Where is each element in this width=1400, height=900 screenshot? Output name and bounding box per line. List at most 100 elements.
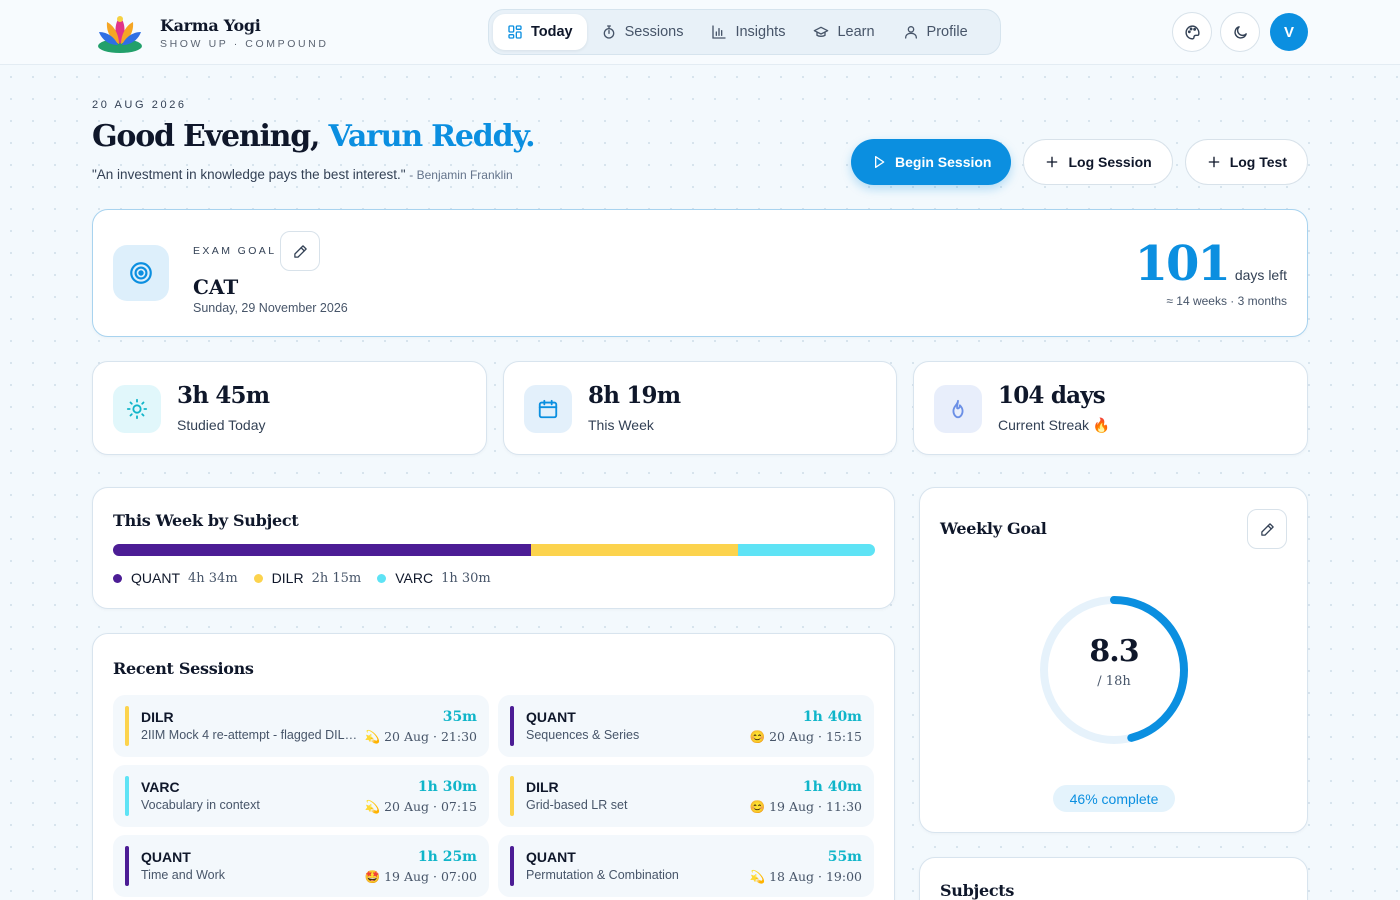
- session-accent: [510, 776, 514, 816]
- user-icon: [904, 26, 917, 39]
- days-left-number: 101: [1134, 236, 1231, 292]
- session-time: 18 Aug · 19:00: [769, 869, 862, 884]
- session-meta: 💫 18 Aug · 19:00: [750, 869, 862, 885]
- session-description: Sequences & Series: [526, 728, 640, 742]
- session-meta: 💫 20 Aug · 21:30: [365, 729, 477, 745]
- dark-mode-button[interactable]: [1220, 12, 1260, 52]
- session-meta: 🤩 19 Aug · 07:00: [365, 869, 477, 885]
- pencil-icon: [1260, 522, 1274, 536]
- session-list: DILR 2IIM Mock 4 re-attempt - flagged DI…: [113, 695, 875, 897]
- session-item[interactable]: DILR Grid-based LR set 1h 40m 😊 19 Aug ·…: [498, 765, 874, 827]
- session-item[interactable]: QUANT Sequences & Series 1h 40m 😊 20 Aug…: [498, 695, 874, 757]
- session-time: 20 Aug · 15:15: [769, 729, 862, 744]
- nav-profile-label: Profile: [926, 24, 968, 40]
- current-date: 20 AUG 2026: [92, 99, 187, 111]
- week-by-subject-card: This Week by Subject QUANT 4h 34m DILR 2…: [92, 487, 895, 609]
- quote-text: "An investment in knowledge pays the bes…: [92, 167, 406, 182]
- nav-today[interactable]: Today: [493, 14, 587, 50]
- goal-icon-tile: [113, 245, 169, 301]
- week-by-subject-title: This Week by Subject: [113, 511, 299, 530]
- nav-insights-label: Insights: [735, 24, 786, 40]
- log-session-button[interactable]: Log Session: [1023, 139, 1173, 185]
- recent-sessions-title: Recent Sessions: [113, 659, 254, 678]
- legend-item-dilr: DILR 2h 15m: [253, 570, 362, 586]
- brand-tagline: SHOW UP · COMPOUND: [160, 38, 329, 50]
- session-meta: 💫 20 Aug · 07:15: [365, 799, 477, 815]
- user-avatar[interactable]: V: [1270, 13, 1308, 51]
- stat-studied-today: 3h 45m Studied Today: [92, 361, 487, 455]
- greeting: Good Evening, Varun Reddy.: [92, 119, 536, 154]
- session-mood: 💫: [364, 799, 381, 814]
- legend-value: 2h 15m: [311, 570, 362, 586]
- main-nav: Today Sessions Insights Learn Profile: [488, 9, 1001, 55]
- weekly-goal-ring: [1040, 596, 1188, 744]
- grid-icon: [508, 25, 522, 39]
- session-accent: [125, 706, 129, 746]
- header-actions: Begin Session Log Session Log Test: [851, 139, 1308, 185]
- session-duration: 1h 30m: [417, 779, 477, 795]
- session-item[interactable]: QUANT Permutation & Combination 55m 💫 18…: [498, 835, 874, 897]
- legend-dot: [253, 573, 263, 583]
- exam-date: Sunday, 29 November 2026: [193, 301, 348, 315]
- stat-icon-tile: [113, 385, 161, 433]
- top-bar: Karma Yogi SHOW UP · COMPOUND Today Sess…: [0, 0, 1400, 65]
- session-duration: 55m: [827, 849, 862, 865]
- legend-name: VARC: [395, 570, 434, 586]
- theme-palette-button[interactable]: [1172, 12, 1212, 52]
- weekly-goal-percent: 46% complete: [1053, 785, 1175, 812]
- session-duration: 1h 40m: [802, 779, 862, 795]
- bar-chart-icon: [712, 25, 727, 39]
- session-accent: [510, 706, 514, 746]
- edit-weekly-goal-button[interactable]: [1247, 509, 1287, 549]
- nav-profile[interactable]: Profile: [889, 14, 982, 50]
- top-actions: V: [1172, 12, 1308, 52]
- nav-sessions[interactable]: Sessions: [587, 14, 698, 50]
- legend-item-quant: QUANT 4h 34m: [113, 570, 238, 586]
- nav-today-label: Today: [531, 24, 573, 40]
- plus-icon: [1208, 156, 1220, 168]
- session-item[interactable]: DILR 2IIM Mock 4 re-attempt - flagged DI…: [113, 695, 489, 757]
- session-description: Time and Work: [141, 868, 226, 882]
- calendar-icon: [538, 399, 558, 419]
- legend-value: 1h 30m: [441, 570, 491, 586]
- session-time: 19 Aug · 11:30: [769, 799, 862, 814]
- stat-value: 8h 19m: [588, 382, 681, 409]
- brand[interactable]: Karma Yogi SHOW UP · COMPOUND: [95, 10, 329, 56]
- exam-name: CAT: [193, 275, 239, 299]
- exam-goal-label: EXAM GOAL: [193, 245, 277, 257]
- subject-distribution-bar: [113, 544, 875, 556]
- begin-session-button[interactable]: Begin Session: [851, 139, 1012, 185]
- session-subject: DILR: [141, 709, 174, 725]
- session-item[interactable]: QUANT Time and Work 1h 25m 🤩 19 Aug · 07…: [113, 835, 489, 897]
- session-description: Vocabulary in context: [141, 798, 260, 812]
- session-description: Permutation & Combination: [526, 868, 679, 882]
- session-accent: [510, 846, 514, 886]
- session-meta: 😊 19 Aug · 11:30: [750, 799, 862, 815]
- nav-insights[interactable]: Insights: [697, 14, 799, 50]
- session-item[interactable]: VARC Vocabulary in context 1h 30m 💫 20 A…: [113, 765, 489, 827]
- weekly-goal-title: Weekly Goal: [940, 519, 1047, 538]
- legend-dot: [377, 573, 387, 583]
- lotus-logo-icon: [98, 16, 142, 53]
- session-accent: [125, 846, 129, 886]
- edit-exam-goal-button[interactable]: [280, 231, 320, 271]
- nav-learn[interactable]: Learn: [799, 14, 888, 50]
- legend-value: 4h 34m: [188, 570, 238, 586]
- log-session-label: Log Session: [1068, 154, 1152, 170]
- bar-segment-quant: [113, 544, 532, 556]
- log-test-label: Log Test: [1229, 154, 1287, 170]
- greeting-text: Good Evening,: [92, 119, 320, 154]
- log-test-button[interactable]: Log Test: [1184, 139, 1308, 185]
- moon-icon: [1233, 25, 1247, 39]
- stat-label: Studied Today: [177, 417, 266, 433]
- subjects-title: Subjects: [940, 881, 1015, 900]
- nav-learn-label: Learn: [837, 24, 875, 40]
- session-duration: 1h 25m: [417, 849, 477, 865]
- session-duration: 35m: [442, 709, 477, 725]
- timer-icon: [603, 25, 614, 39]
- subjects-card: Subjects: [919, 857, 1308, 900]
- exam-goal-card: EXAM GOAL CAT Sunday, 29 November 2026 1…: [92, 209, 1308, 337]
- session-description: 2IIM Mock 4 re-attempt - flagged DILR se…: [141, 728, 366, 742]
- stat-this-week: 8h 19m This Week: [503, 361, 897, 455]
- session-duration: 1h 40m: [802, 709, 862, 725]
